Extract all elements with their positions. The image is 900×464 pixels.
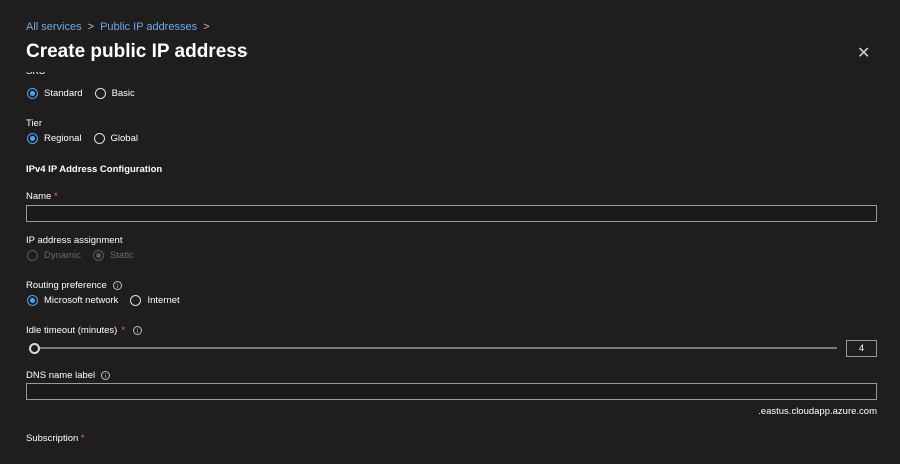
routing-preference-label: Routing preference i <box>26 280 122 291</box>
routing-radio-group: Microsoft network Internet <box>27 295 192 306</box>
tier-regional-label: Regional <box>44 133 82 144</box>
idle-timeout-slider-track[interactable] <box>34 347 837 349</box>
breadcrumb: All services > Public IP addresses > <box>26 21 210 33</box>
sku-standard-label: Standard <box>44 88 83 99</box>
sku-label: SKU <box>26 72 46 78</box>
info-icon[interactable]: i <box>133 326 143 335</box>
tier-regional-radio[interactable] <box>27 133 38 144</box>
breadcrumb-public-ip-addresses[interactable]: Public IP addresses <box>100 21 197 33</box>
sku-standard-radio[interactable] <box>27 88 38 99</box>
more-options-button[interactable]: ··· <box>233 44 250 60</box>
assignment-dynamic-label: Dynamic <box>44 250 81 261</box>
subscription-label-text: Subscription <box>26 433 79 444</box>
info-icon[interactable]: i <box>112 281 122 290</box>
idle-timeout-text: Idle timeout (minutes) <box>26 325 118 336</box>
subscription-label: Subscription * <box>26 433 85 444</box>
required-marker: * <box>80 433 85 444</box>
required-marker: * <box>53 191 58 202</box>
routing-preference-text: Routing preference <box>26 280 107 291</box>
tier-global-label: Global <box>110 133 138 144</box>
sku-basic-radio[interactable] <box>94 88 106 99</box>
name-label-text: Name <box>26 191 52 202</box>
close-icon[interactable]: ✕ <box>857 43 870 63</box>
required-marker: * <box>121 325 126 336</box>
routing-internet-radio[interactable] <box>130 295 142 306</box>
sku-basic-label: Basic <box>111 88 135 99</box>
breadcrumb-all-services[interactable]: All services <box>26 21 82 33</box>
routing-internet-label: Internet <box>147 295 180 306</box>
breadcrumb-separator: > <box>87 21 95 33</box>
name-input[interactable] <box>26 205 877 222</box>
dns-name-label-text: DNS name label <box>26 370 96 381</box>
ip-assignment-radio-group: Dynamic Static <box>27 250 146 261</box>
ipv4-section-title: IPv4 IP Address Configuration <box>26 164 163 175</box>
dns-name-input[interactable] <box>26 383 877 400</box>
assignment-static-radio <box>92 250 104 261</box>
tier-global-radio[interactable] <box>93 133 105 144</box>
routing-microsoft-network-radio[interactable] <box>27 295 38 306</box>
dns-name-label: DNS name label i <box>26 370 111 381</box>
info-icon[interactable]: i <box>101 371 111 380</box>
breadcrumb-separator: > <box>203 21 210 33</box>
sku-radio-group: Standard Basic <box>27 88 147 99</box>
tier-radio-group: Regional Global <box>27 133 150 144</box>
dns-suffix: .eastus.cloudapp.azure.com <box>758 406 877 417</box>
idle-timeout-slider-thumb[interactable] <box>29 343 40 354</box>
page-title: Create public IP address <box>26 41 248 62</box>
idle-timeout-value-input[interactable]: 4 <box>846 340 877 357</box>
assignment-dynamic-radio <box>27 250 38 261</box>
ip-assignment-label: IP address assignment <box>26 235 123 246</box>
tier-label: Tier <box>26 118 43 129</box>
assignment-static-label: Static <box>109 250 134 261</box>
idle-timeout-label: Idle timeout (minutes) * i <box>26 325 143 336</box>
routing-microsoft-network-label: Microsoft network <box>44 295 119 306</box>
name-label: Name * <box>26 191 58 202</box>
